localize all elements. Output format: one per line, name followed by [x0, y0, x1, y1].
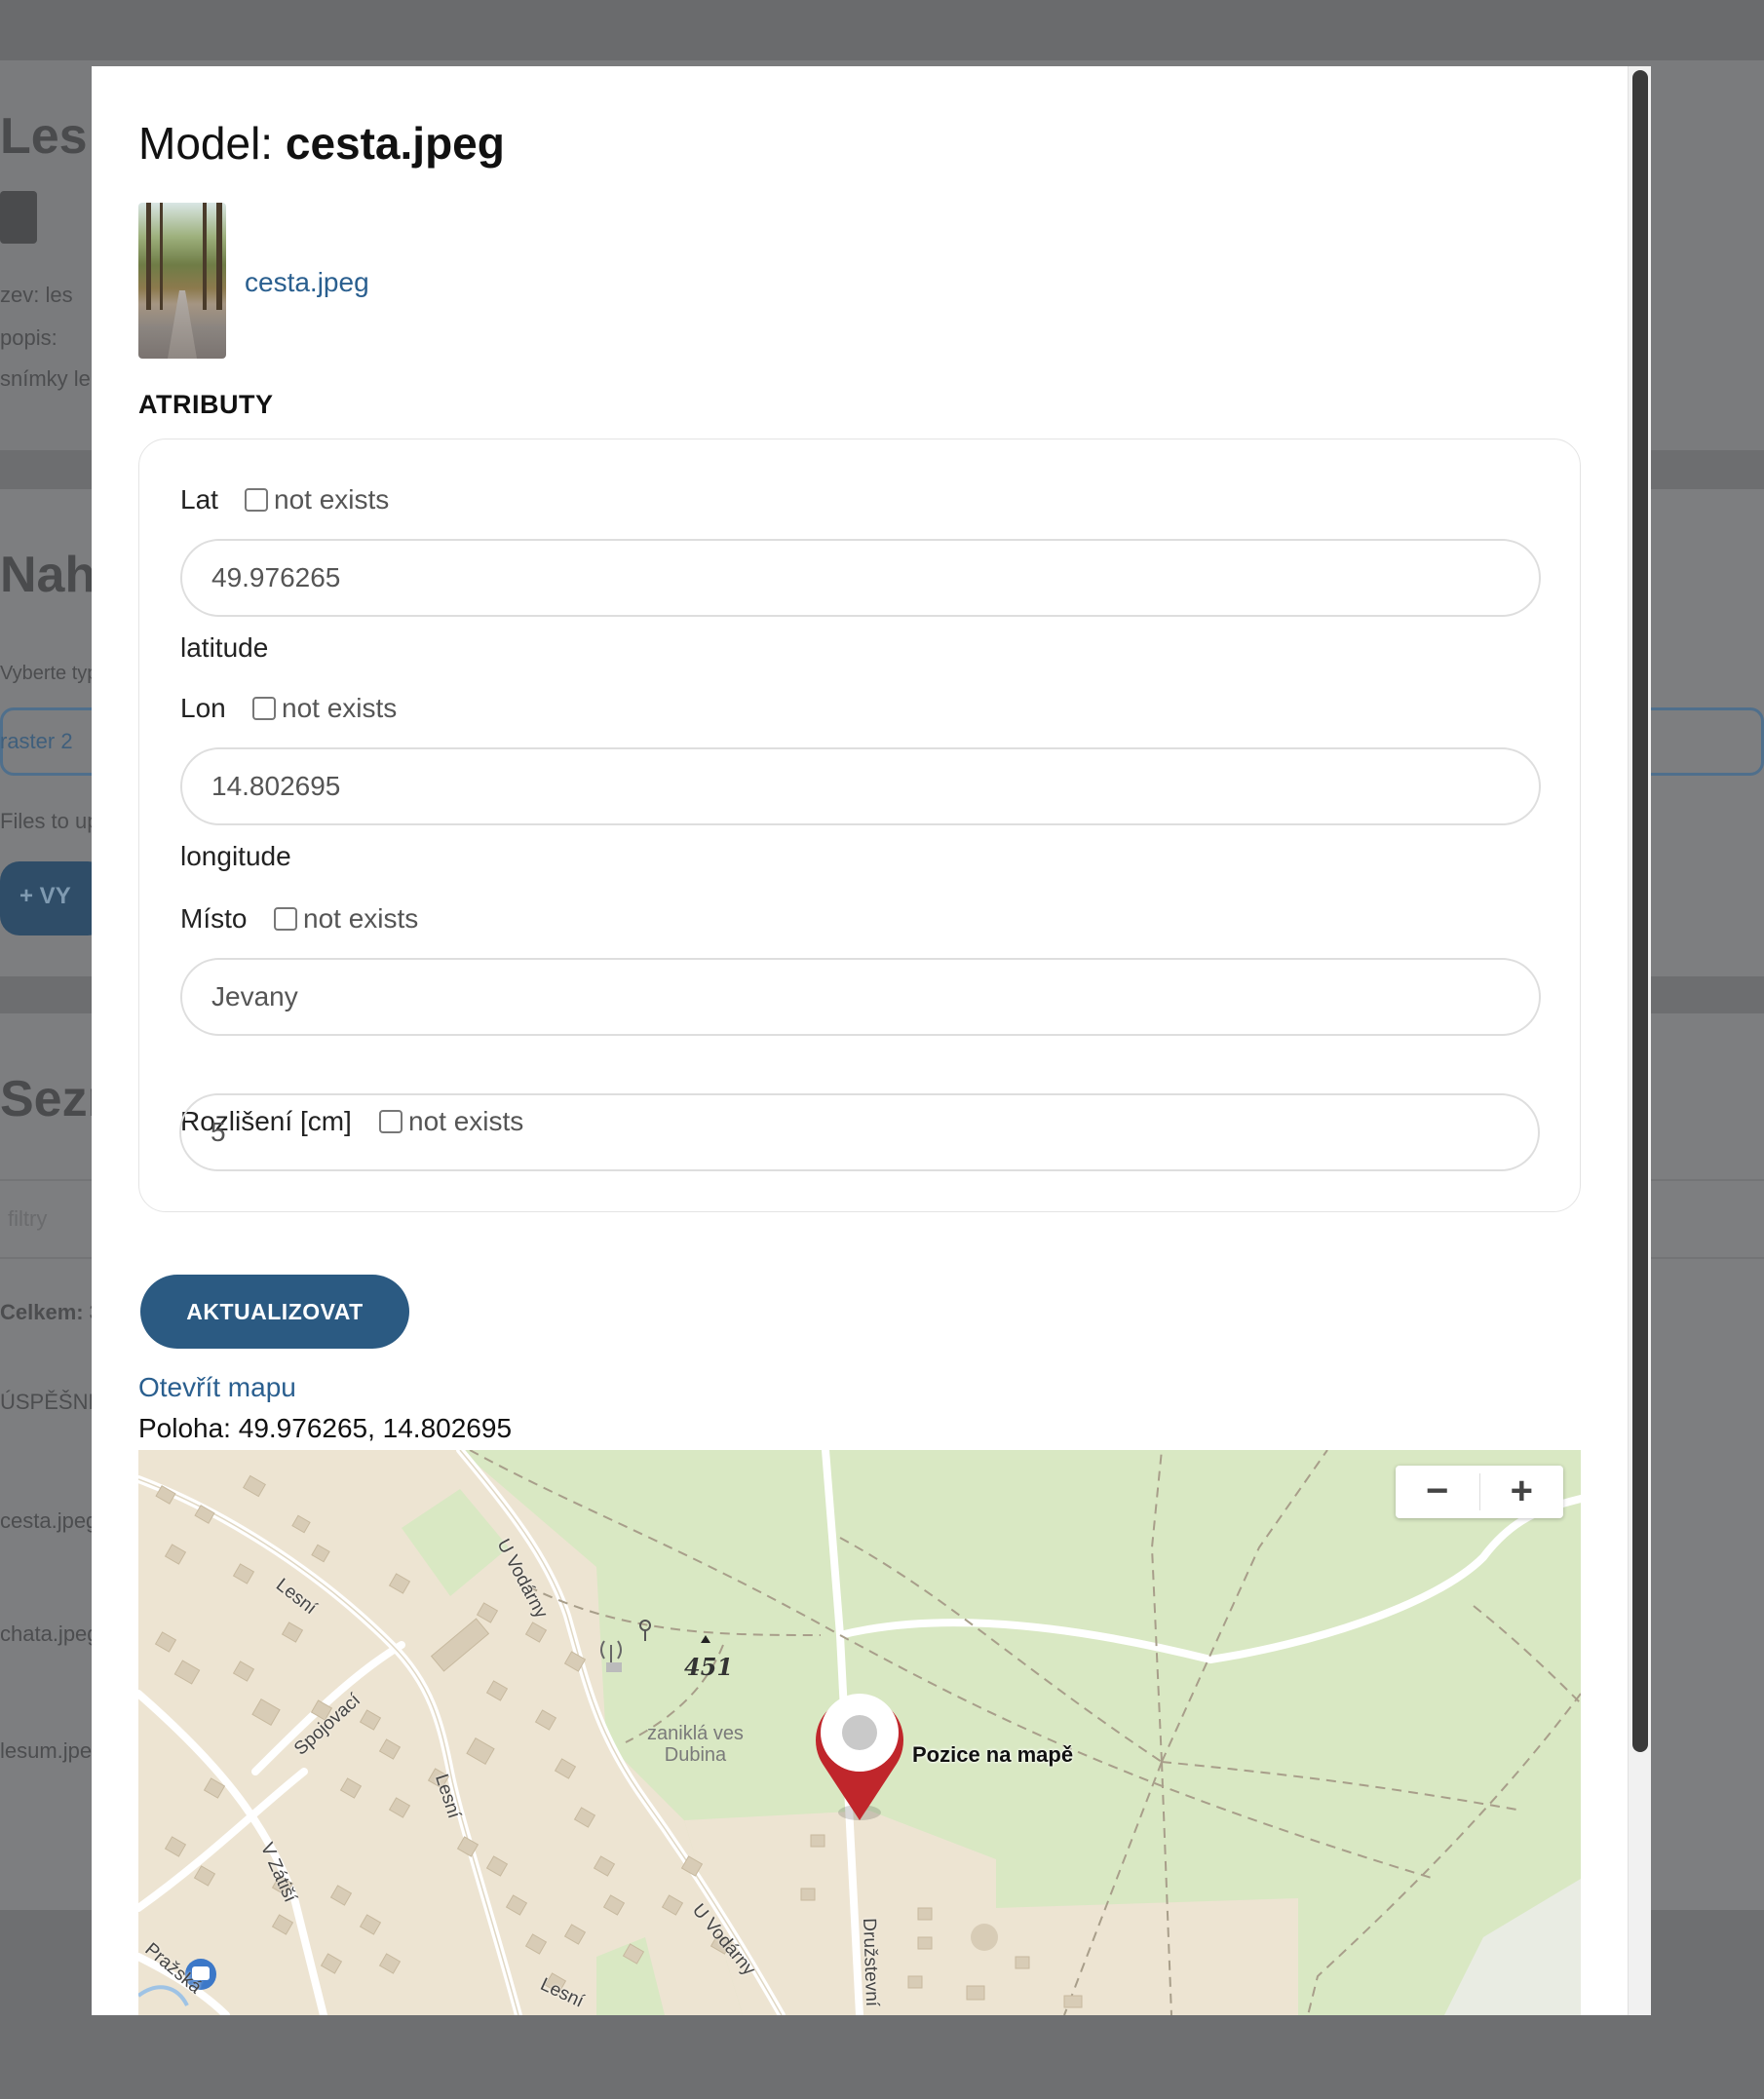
building-round	[971, 1924, 998, 1951]
lat-label: Lat	[180, 484, 218, 515]
dialog-title-prefix: Model:	[138, 118, 286, 169]
peak-icon	[701, 1635, 710, 1643]
update-button[interactable]: AKTUALIZOVAT	[140, 1275, 409, 1349]
map-label-village-line-1: zaniklá ves	[647, 1723, 744, 1744]
map-label-druzstevni: Družstevní	[859, 1918, 883, 2007]
track	[1161, 1450, 1328, 1763]
background-count: Celkem: 3	[0, 1300, 101, 1324]
image-thumbnail[interactable]	[138, 203, 226, 359]
map-label-village: zaniklá ves Dubina	[647, 1723, 744, 1766]
file-link[interactable]: cesta.jpeg	[245, 267, 369, 298]
misto-label: Místo	[180, 903, 248, 934]
map-label-village-line-2: Dubina	[664, 1744, 727, 1766]
modal-scrollbar[interactable]	[1628, 66, 1651, 2015]
map-marker-label: Pozice na mapě	[912, 1742, 1074, 1767]
background-label-1: zev: les	[0, 283, 73, 307]
track	[1161, 1761, 1523, 1812]
background-select-text: raster 2	[0, 729, 73, 753]
thumbnail-tree	[160, 203, 163, 310]
residential-area	[996, 1898, 1298, 2015]
open-map-link[interactable]: Otevřít mapu	[138, 1372, 296, 1403]
misto-not-exists-checkbox[interactable]	[274, 907, 297, 931]
track	[1150, 1450, 1163, 1763]
model-dialog: Model: cesta.jpeg cesta.jpeg ATRIBUTY La…	[92, 66, 1651, 2015]
zoom-control: − +	[1396, 1466, 1563, 1518]
map-view[interactable]: Lesní U Vodárny Spojovací Lesní V Zátiší…	[138, 1450, 1581, 2015]
lon-not-exists: not exists	[252, 693, 397, 724]
rozliseni-input[interactable]: 5	[179, 1093, 1540, 1171]
lon-input[interactable]: 14.802695	[180, 747, 1541, 825]
lon-not-exists-checkbox[interactable]	[252, 697, 276, 720]
background-status: ÚSPĚŠNĚ	[0, 1390, 103, 1414]
lat-input[interactable]: 49.976265	[180, 539, 1541, 617]
thumbnail-tree	[146, 203, 151, 310]
background-topbar	[0, 0, 1764, 60]
position-text: Poloha: 49.976265, 14.802695	[138, 1413, 513, 1443]
background-edit-icon	[0, 191, 37, 244]
zoom-out-button[interactable]: −	[1396, 1466, 1479, 1518]
lat-not-exists-label: not exists	[274, 484, 390, 515]
background-heading: Les	[0, 108, 88, 165]
thumbnail-tree	[216, 203, 222, 310]
background-file-2: chata.jpeg	[0, 1622, 99, 1646]
lon-not-exists-label: not exists	[282, 693, 398, 723]
misto-not-exists-label: not exists	[303, 903, 419, 934]
attributes-heading: ATRIBUTY	[138, 390, 274, 419]
map-label-peak: 451	[684, 1653, 734, 1681]
misto-not-exists: not exists	[274, 903, 418, 935]
road-forest	[836, 1495, 1581, 1664]
modal-scrollbar-thumb[interactable]	[1632, 70, 1648, 1752]
zoom-in-button[interactable]: +	[1480, 1466, 1564, 1518]
open-area	[1444, 1879, 1581, 2015]
thumbnail-path	[168, 290, 197, 359]
background-help: Files to up	[0, 809, 99, 833]
background-filter: filtry	[8, 1206, 48, 1231]
dialog-title-filename: cesta.jpeg	[285, 118, 505, 169]
background-file-1: cesta.jpeg	[0, 1508, 98, 1533]
map-marker-icon	[816, 1694, 903, 1820]
lat-not-exists-checkbox[interactable]	[245, 488, 268, 512]
lon-helper: longitude	[180, 841, 291, 871]
background-add-button-label: + VY	[19, 883, 71, 909]
background-hint: Vyberte typ	[0, 663, 98, 684]
background-file-3: lesum.jpeg	[0, 1738, 104, 1763]
background-label-2: popis:	[0, 325, 58, 350]
dialog-title: Model: cesta.jpeg	[138, 117, 505, 170]
lat-not-exists: not exists	[245, 484, 389, 515]
background-label-3: snímky le	[0, 366, 91, 391]
lon-label: Lon	[180, 693, 226, 723]
tower-icon	[600, 1640, 622, 1664]
lat-helper: latitude	[180, 632, 269, 663]
tower-base	[606, 1662, 622, 1672]
misto-input[interactable]: Jevany	[180, 958, 1541, 1036]
thumbnail-tree	[203, 203, 207, 310]
track	[1473, 1605, 1581, 1704]
